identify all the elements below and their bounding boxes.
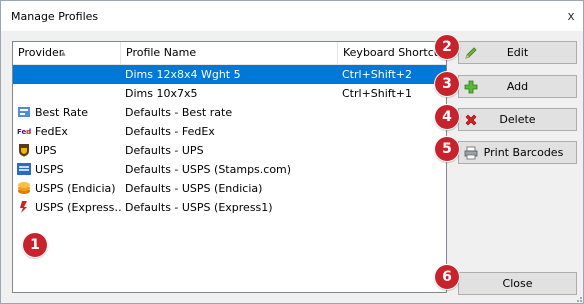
resize-grip-icon[interactable]: [573, 293, 583, 303]
shortcut-cell: Ctrl+Shift+1: [342, 87, 413, 100]
edit-button[interactable]: Edit: [458, 41, 577, 64]
shortcut-cell: [342, 103, 446, 122]
callout-badge-6: 6: [435, 265, 459, 289]
table-row[interactable]: USPS (Endicia) Defaults - USPS (Endicia): [13, 179, 446, 198]
profile-name-cell: Dims 10x7x5: [125, 87, 198, 100]
provider-cell: USPS (Express…: [35, 201, 121, 214]
column-header-provider[interactable]: Provider ▲: [13, 42, 121, 64]
provider-cell: [35, 84, 121, 103]
table-row[interactable]: Dims 12x8x4 Wght 5 Ctrl+Shift+2: [13, 65, 446, 84]
list-header: Provider ▲ Profile Name Keyboard Shortcu…: [13, 42, 446, 65]
column-header-keyboard-shortcut[interactable]: Keyboard Shortcut: [338, 42, 446, 64]
add-button-label: Add: [506, 80, 529, 93]
pencil-icon: [465, 47, 477, 59]
table-row[interactable]: Best Rate Defaults - Best rate: [13, 103, 446, 122]
shortcut-cell: [342, 122, 446, 141]
column-header-provider-label: Provider: [18, 46, 64, 59]
table-row[interactable]: Dims 10x7x5 Ctrl+Shift+1: [13, 84, 446, 103]
callout-badge-2: 2: [435, 35, 459, 59]
table-row[interactable]: UPS Defaults - UPS: [13, 141, 446, 160]
provider-cell: FedEx: [35, 125, 68, 138]
provider-cell: USPS: [35, 163, 64, 176]
plus-icon: [464, 80, 478, 94]
profile-name-cell: Defaults - Best rate: [125, 106, 233, 119]
printer-icon: [464, 146, 478, 160]
svg-text:Ex: Ex: [26, 130, 31, 136]
close-button[interactable]: Close: [458, 272, 577, 295]
shortcut-cell: [342, 141, 446, 160]
close-button-label: Close: [502, 277, 533, 290]
provider-cell: [35, 65, 121, 84]
usps-express1-icon: [20, 201, 27, 213]
best-rate-icon: [18, 107, 30, 117]
delete-button-label: Delete: [499, 113, 536, 126]
title-bar: Manage Profiles x: [1, 1, 583, 31]
profile-name-cell: Defaults - UPS: [125, 144, 204, 157]
window-title: Manage Profiles: [11, 10, 99, 23]
callout-badge-5: 5: [435, 137, 459, 161]
usps-endicia-icon: [18, 182, 30, 194]
provider-cell: USPS (Endicia): [35, 182, 116, 195]
profile-name-cell: Dims 12x8x4 Wght 5: [125, 68, 241, 81]
profile-name-cell: Defaults - USPS (Stamps.com): [125, 163, 292, 176]
profile-name-cell: Defaults - FedEx: [125, 125, 215, 138]
fedex-icon: Fed Ex: [17, 128, 31, 136]
table-row[interactable]: USPS Defaults - USPS (Stamps.com): [13, 160, 446, 179]
close-window-icon[interactable]: x: [564, 9, 578, 23]
column-header-profile-name[interactable]: Profile Name: [121, 42, 338, 64]
delete-button[interactable]: Delete: [458, 108, 577, 131]
shortcut-cell: Ctrl+Shift+2: [342, 68, 413, 81]
provider-cell: UPS: [35, 144, 57, 157]
profiles-list[interactable]: Provider ▲ Profile Name Keyboard Shortcu…: [12, 41, 447, 293]
profile-name-cell: Defaults - USPS (Endicia): [125, 182, 263, 195]
table-row[interactable]: Fed Ex FedEx Defaults - FedEx: [13, 122, 446, 141]
ups-icon: [19, 144, 29, 157]
shortcut-cell: [342, 160, 446, 179]
shortcut-cell: [342, 179, 446, 198]
manage-profiles-window: Manage Profiles x Provider ▲ Profile Nam…: [0, 0, 584, 304]
print-barcodes-button-label: Print Barcodes: [483, 146, 564, 159]
profile-name-cell: Defaults - USPS (Express1): [125, 201, 273, 214]
sort-ascending-icon: ▲: [61, 50, 66, 57]
table-row[interactable]: USPS (Express… Defaults - USPS (Express1…: [13, 198, 446, 217]
provider-cell: Best Rate: [35, 106, 89, 119]
edit-button-label: Edit: [506, 46, 529, 59]
delete-x-icon: [465, 114, 477, 126]
print-barcodes-button[interactable]: Print Barcodes: [458, 141, 577, 164]
callout-badge-4: 4: [435, 105, 459, 129]
usps-icon: [17, 163, 31, 175]
shortcut-cell: [342, 198, 446, 217]
callout-badge-3: 3: [435, 72, 459, 96]
callout-badge-1: 1: [23, 233, 47, 257]
add-button[interactable]: Add: [458, 75, 577, 98]
